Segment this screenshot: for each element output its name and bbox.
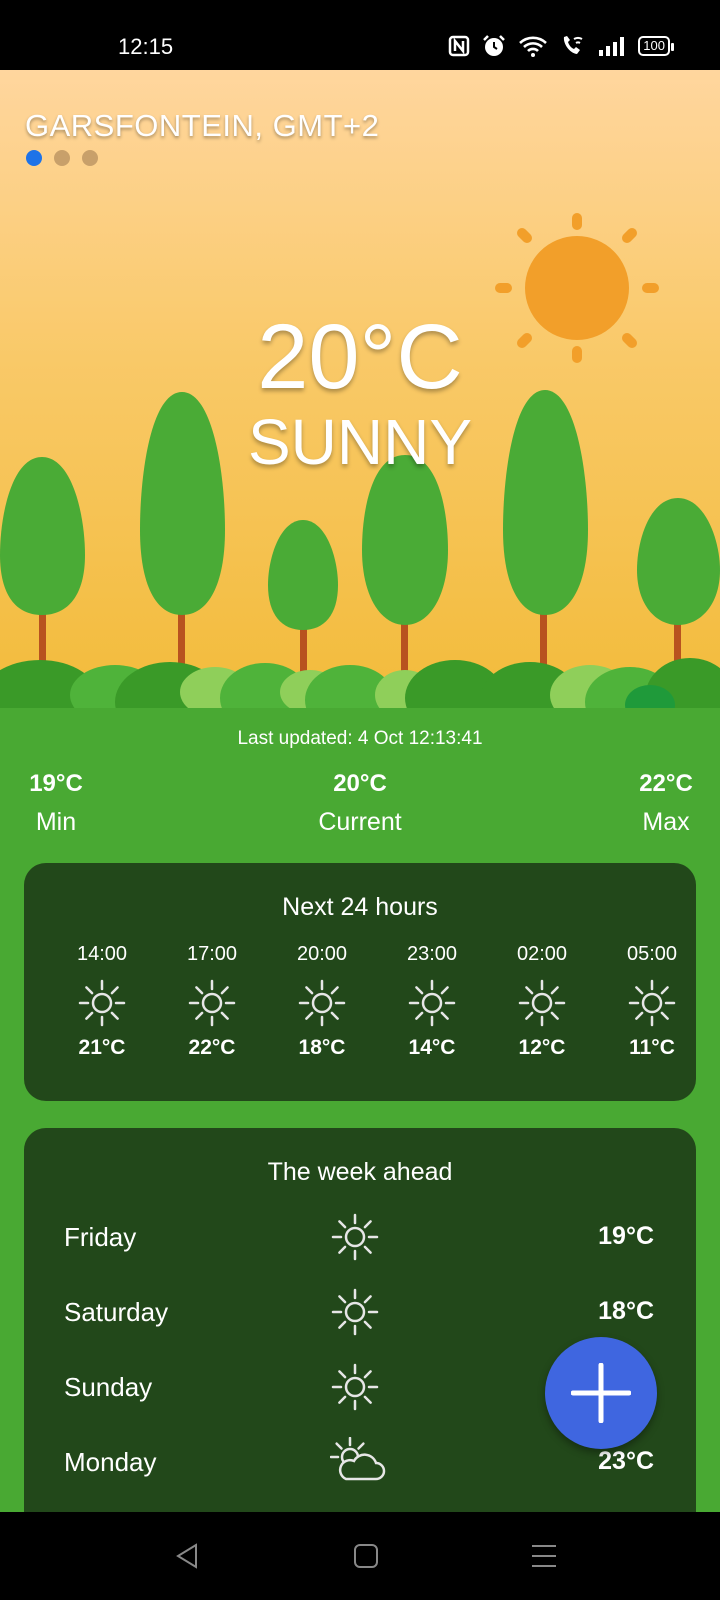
sun-icon (187, 978, 237, 1028)
wifi-call-icon (564, 36, 583, 54)
day-name: Saturday (64, 1297, 169, 1327)
hour-item: 02:00 12°C (487, 943, 597, 1060)
current-temp: 20°C Current (300, 770, 420, 837)
nfc-icon (449, 35, 470, 57)
page-dot[interactable] (82, 150, 98, 166)
day-name: Friday (64, 1222, 137, 1252)
weekly-title: The week ahead (267, 1158, 453, 1186)
hour-item: 14:00 21°C (47, 943, 157, 1060)
hourly-forecast-card: Next 24 hours 14:00 21°C 17:00 22°C 20:00 18°… (24, 863, 696, 1101)
partly-cloudy-icon (329, 1436, 386, 1487)
page-indicator (26, 150, 98, 166)
alarm-icon (483, 35, 506, 56)
day-row[interactable]: Friday 19°C (64, 1212, 654, 1262)
location-title: GARSFONTEIN, GMT+2 (25, 108, 380, 143)
back-icon[interactable] (174, 1542, 200, 1570)
hour-item: 23:00 14°C (377, 943, 487, 1060)
hour-time: 14:00 (76, 943, 128, 965)
hour-time: 23:00 (406, 943, 458, 965)
sun-icon (77, 978, 127, 1028)
weather-hero: GARSFONTEIN, GMT+2 20°C SUNNY (0, 70, 720, 710)
day-row[interactable]: Monday 23°C (64, 1436, 654, 1487)
page-dot[interactable] (54, 150, 70, 166)
sun-icon (627, 978, 677, 1028)
hour-time: 05:00 (626, 943, 678, 965)
hour-temp: 12°C (518, 1036, 566, 1059)
battery-icon: 100 (638, 36, 674, 56)
hour-item: 20:00 18°C (267, 943, 377, 1060)
page-dot[interactable] (26, 150, 42, 166)
day-name: Sunday (64, 1372, 153, 1402)
max-temp-value: 22°C (639, 770, 693, 797)
sun-icon (330, 1212, 380, 1262)
max-temp: 22°C Max (624, 770, 708, 837)
sun-icon (407, 978, 457, 1028)
status-bar: 12:15 100 (0, 0, 720, 70)
hour-item: 17:00 22°C (157, 943, 267, 1060)
plus-icon (571, 1363, 631, 1423)
max-temp-label: Max (642, 808, 690, 836)
min-temp: 19°C Min (14, 770, 98, 837)
hour-temp: 21°C (78, 1036, 126, 1059)
wifi-icon (519, 36, 548, 57)
menu-icon[interactable] (530, 1542, 558, 1570)
current-condition: SUNNY (247, 406, 473, 478)
day-temp: 23°C (598, 1447, 654, 1475)
sun-icon (330, 1362, 380, 1412)
current-temp-label: Current (318, 808, 402, 836)
day-temp: 18°C (598, 1297, 654, 1325)
hour-time: 02:00 (516, 943, 568, 965)
current-temperature: 20°C (257, 306, 463, 408)
signal-icon (599, 37, 625, 56)
hour-temp: 14°C (408, 1036, 456, 1059)
sun-icon (297, 978, 347, 1028)
min-temp-value: 19°C (29, 770, 83, 797)
hour-temp: 22°C (188, 1036, 236, 1059)
hourly-title: Next 24 hours (282, 893, 438, 921)
min-temp-label: Min (35, 808, 77, 836)
current-temp-value: 20°C (333, 770, 387, 797)
day-temp: 19°C (598, 1222, 654, 1250)
hourly-list[interactable]: 14:00 21°C 17:00 22°C 20:00 18°C 23:00 14°C 02:0… (24, 943, 696, 1073)
status-time: 12:15 (118, 34, 174, 59)
navigation-bar (0, 1512, 720, 1600)
sun-icon (330, 1287, 380, 1337)
hour-time: 17:00 (186, 943, 238, 965)
hour-item: 05:00 11°C (597, 943, 696, 1060)
status-icons: 100 (448, 34, 674, 58)
sun-icon (517, 978, 567, 1028)
home-icon[interactable] (353, 1543, 379, 1569)
hour-time: 20:00 (296, 943, 348, 965)
add-location-button[interactable] (545, 1337, 657, 1449)
last-updated: Last updated: 4 Oct 12:13:41 (237, 728, 483, 749)
day-name: Monday (64, 1447, 157, 1477)
day-row[interactable]: Saturday 18°C (64, 1287, 654, 1337)
hour-temp: 18°C (298, 1036, 346, 1059)
hour-temp: 11°C (629, 1036, 675, 1059)
